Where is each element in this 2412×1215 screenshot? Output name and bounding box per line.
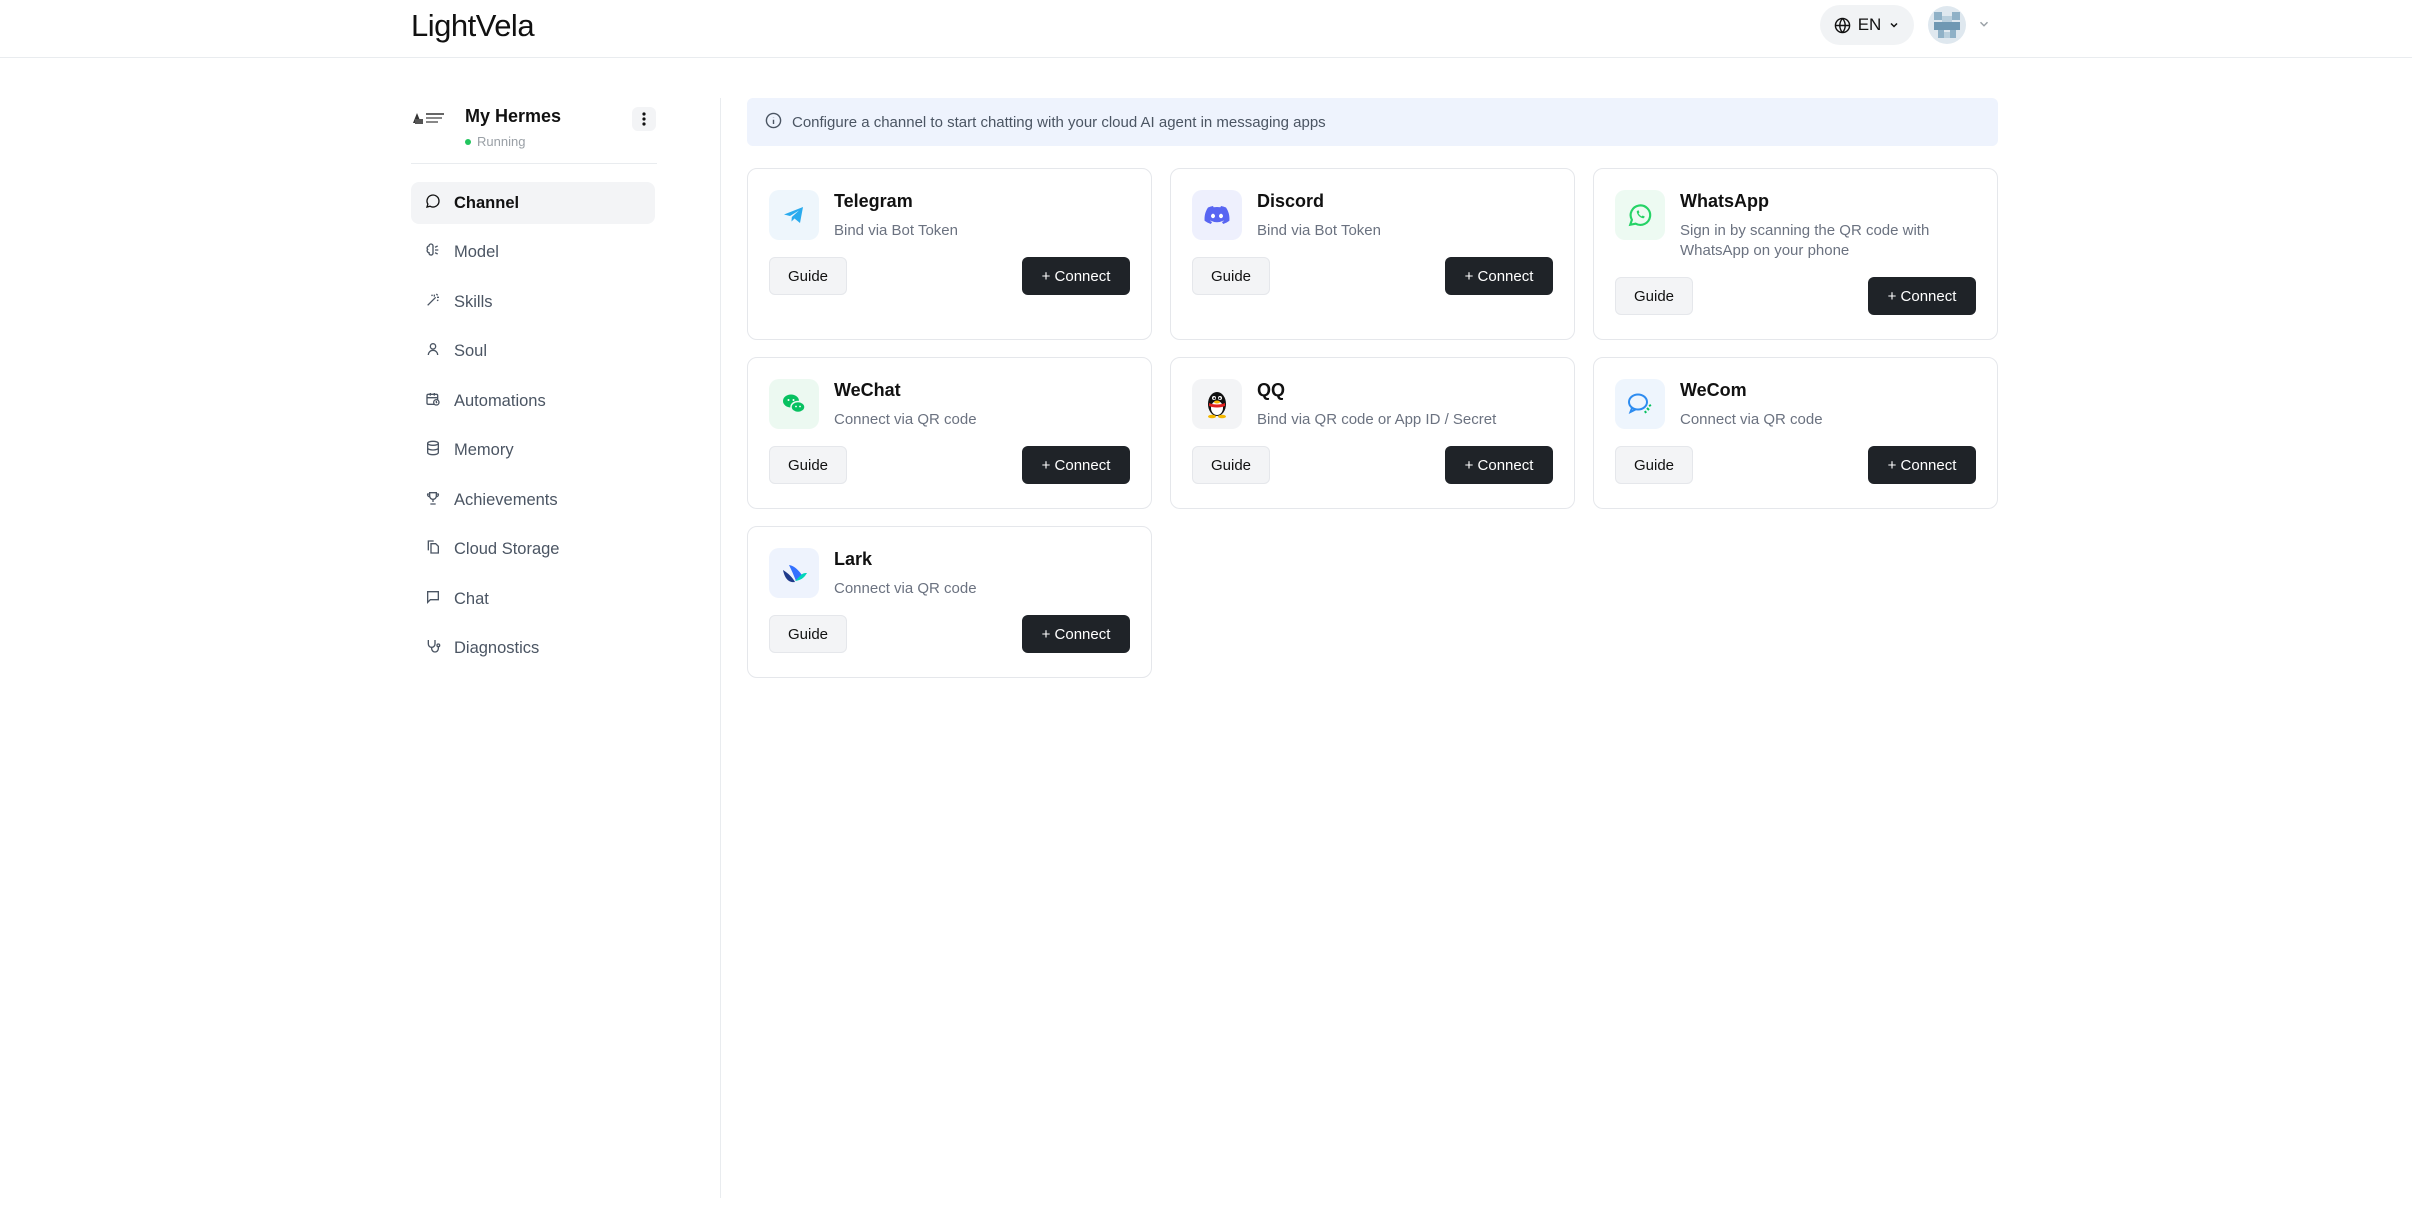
globe-icon bbox=[1834, 17, 1851, 34]
connect-button[interactable]: + Connect bbox=[1022, 257, 1130, 295]
channel-name: WeCom bbox=[1680, 380, 1747, 400]
sidebar-item-diagnostics[interactable]: Diagnostics bbox=[411, 628, 655, 670]
channel-card-discord: Discord Bind via Bot Token Guide + Conne… bbox=[1170, 168, 1575, 340]
user-avatar[interactable] bbox=[1928, 6, 1966, 44]
channel-name: Discord bbox=[1257, 191, 1325, 211]
message-circle-icon bbox=[425, 193, 441, 214]
guide-button[interactable]: Guide bbox=[769, 615, 847, 653]
whatsapp-icon bbox=[1615, 190, 1665, 240]
lark-icon bbox=[769, 548, 819, 598]
sidebar-item-channel[interactable]: Channel bbox=[411, 182, 655, 224]
sidebar-item-skills[interactable]: Skills bbox=[411, 281, 655, 323]
connect-button[interactable]: + Connect bbox=[1022, 446, 1130, 484]
sidebar-item-label: Achievements bbox=[454, 490, 558, 509]
trophy-icon bbox=[425, 490, 441, 511]
sidebar-item-label: Automations bbox=[454, 391, 546, 410]
guide-button[interactable]: Guide bbox=[769, 446, 847, 484]
files-icon bbox=[425, 539, 441, 560]
agent-logo-icon bbox=[411, 110, 447, 126]
channel-description: Bind via Bot Token bbox=[1257, 222, 1381, 239]
channel-description: Bind via QR code or App ID / Secret bbox=[1257, 411, 1497, 428]
language-label: EN bbox=[1857, 15, 1882, 34]
guide-button[interactable]: Guide bbox=[1192, 257, 1270, 295]
sidebar-item-label: Channel bbox=[454, 193, 520, 212]
channel-description: Connect via QR code bbox=[1680, 411, 1823, 428]
channel-name: WhatsApp bbox=[1680, 191, 1769, 211]
sidebar-nav: Channel Model Skills Soul Automations Me… bbox=[411, 182, 655, 677]
channel-description: Connect via QR code bbox=[834, 411, 977, 428]
channel-description: Sign in by scanning the QR code with Wha… bbox=[1680, 222, 1930, 259]
wecom-icon bbox=[1615, 379, 1665, 429]
info-icon bbox=[765, 112, 782, 133]
message-square-icon bbox=[425, 589, 441, 610]
sidebar: My Hermes Running Channel Model Skills S… bbox=[411, 58, 721, 1208]
sidebar-item-label: Skills bbox=[454, 292, 493, 311]
sidebar-item-label: Model bbox=[454, 243, 499, 261]
channel-description: Connect via QR code bbox=[834, 580, 977, 597]
channel-card-lark: Lark Connect via QR code Guide + Connect bbox=[747, 526, 1152, 678]
agent-status: Running bbox=[465, 134, 525, 149]
sidebar-item-label: Chat bbox=[454, 589, 489, 608]
channel-name: Telegram bbox=[834, 191, 913, 211]
sidebar-item-achievements[interactable]: Achievements bbox=[411, 479, 655, 521]
account-chevron-icon[interactable] bbox=[1977, 17, 1991, 36]
wechat-icon bbox=[769, 379, 819, 429]
agent-header: My Hermes Running bbox=[411, 96, 657, 160]
sidebar-item-automations[interactable]: Automations bbox=[411, 380, 655, 422]
sidebar-vertical-divider bbox=[720, 98, 721, 1198]
guide-button[interactable]: Guide bbox=[769, 257, 847, 295]
user-icon bbox=[425, 341, 441, 362]
language-selector[interactable]: EN bbox=[1820, 5, 1914, 45]
guide-button[interactable]: Guide bbox=[1615, 446, 1693, 484]
more-options-icon[interactable] bbox=[632, 107, 656, 131]
channel-card-wechat: WeChat Connect via QR code Guide + Conne… bbox=[747, 357, 1152, 509]
guide-button[interactable]: Guide bbox=[1192, 446, 1270, 484]
channel-card-whatsapp: WhatsApp Sign in by scanning the QR code… bbox=[1593, 168, 1998, 340]
channel-description: Bind via Bot Token bbox=[834, 222, 958, 239]
agent-name: My Hermes bbox=[465, 106, 562, 126]
channel-card-wecom: WeCom Connect via QR code Guide + Connec… bbox=[1593, 357, 1998, 509]
sidebar-divider bbox=[411, 163, 657, 164]
sidebar-item-label: Diagnostics bbox=[454, 639, 540, 657]
channel-card-qq: QQ Bind via QR code or App ID / Secret G… bbox=[1170, 357, 1575, 509]
wand-icon bbox=[425, 292, 441, 313]
sidebar-item-memory[interactable]: Memory bbox=[411, 430, 655, 472]
sidebar-item-label: Cloud Storage bbox=[454, 540, 560, 558]
stethoscope-icon bbox=[425, 638, 441, 659]
channel-card-telegram: Telegram Bind via Bot Token Guide + Conn… bbox=[747, 168, 1152, 340]
top-header: LightVela EN bbox=[0, 0, 2412, 58]
sidebar-item-chat[interactable]: Chat bbox=[411, 578, 655, 620]
brain-icon bbox=[425, 242, 441, 263]
sidebar-item-label: Soul bbox=[454, 342, 488, 360]
chevron-down-icon bbox=[1888, 19, 1900, 31]
sidebar-item-label: Memory bbox=[454, 441, 514, 459]
channel-name: Lark bbox=[834, 549, 873, 569]
sidebar-item-model[interactable]: Model bbox=[411, 232, 655, 274]
channel-name: QQ bbox=[1257, 380, 1286, 400]
app-logo[interactable]: LightVela bbox=[411, 8, 535, 44]
connect-button[interactable]: + Connect bbox=[1445, 446, 1553, 484]
connect-button[interactable]: + Connect bbox=[1022, 615, 1130, 653]
qq-penguin-icon bbox=[1192, 379, 1242, 429]
database-icon bbox=[425, 440, 441, 461]
connect-button[interactable]: + Connect bbox=[1868, 446, 1976, 484]
sidebar-item-cloud-storage[interactable]: Cloud Storage bbox=[411, 529, 655, 571]
connect-button[interactable]: + Connect bbox=[1445, 257, 1553, 295]
info-banner-text: Configure a channel to start chatting wi… bbox=[792, 113, 1326, 131]
connect-button[interactable]: + Connect bbox=[1868, 277, 1976, 315]
discord-icon bbox=[1192, 190, 1242, 240]
info-banner: Configure a channel to start chatting wi… bbox=[747, 98, 1998, 146]
agent-status-label: Running bbox=[477, 134, 526, 149]
calendar-clock-icon bbox=[425, 391, 441, 412]
guide-button[interactable]: Guide bbox=[1615, 277, 1693, 315]
sidebar-item-soul[interactable]: Soul bbox=[411, 331, 655, 373]
status-dot bbox=[465, 138, 471, 145]
channel-name: WeChat bbox=[834, 380, 901, 400]
telegram-icon bbox=[769, 190, 819, 240]
